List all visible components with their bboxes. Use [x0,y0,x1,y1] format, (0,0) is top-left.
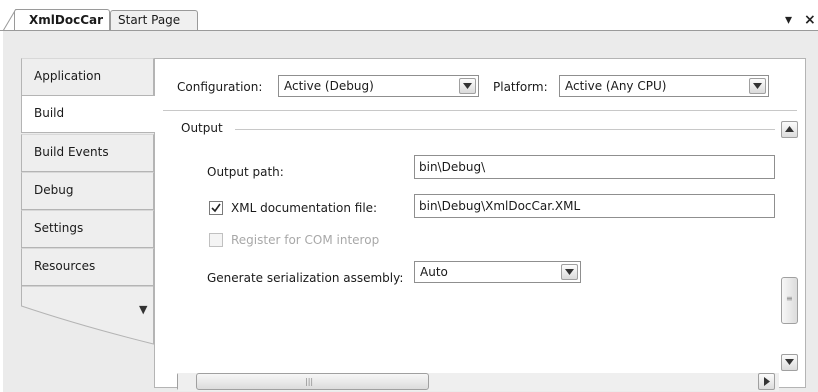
checkmark-icon [211,203,221,213]
tab-xmldoccar-label: XmlDocCar [29,13,104,27]
sidebar-item-label: Debug [34,183,74,197]
output-group-line [235,129,775,130]
grip-icon: ||| [305,377,314,386]
output-path-value: bin\Debug\ [419,160,486,174]
xml-documentation-checkbox[interactable] [209,201,223,215]
tab-xmldoccar[interactable]: XmlDocCar [14,9,110,31]
com-interop-checkbox[interactable] [209,233,223,247]
sidebar-item-label: Build [34,106,65,120]
sidebar-item-resources[interactable]: Resources [21,248,154,286]
close-icon[interactable]: × [804,12,816,28]
platform-label: Platform: [493,80,548,94]
more-pages-icon[interactable]: ▼ [139,303,147,316]
sidebar-curved-tail [21,286,154,345]
collapse-output-button[interactable] [781,121,798,138]
sidebar-item-label: Build Events [34,145,109,159]
xml-documentation-field[interactable]: bin\Debug\XmlDocCar.XML [414,194,775,218]
sidebar-item-debug[interactable]: Debug [21,172,154,210]
output-path-label: Output path: [207,165,284,179]
sidebar-item-label: Application [34,69,102,83]
configuration-label: Configuration: [177,80,263,94]
sidebar-item-label: Settings [34,221,84,235]
sidebar-item-build[interactable]: Build [21,95,155,133]
chevron-down-icon[interactable] [749,78,766,94]
sidebar-item-settings[interactable]: Settings [21,210,154,248]
xml-documentation-value: bin\Debug\XmlDocCar.XML [419,199,581,213]
document-tab-strip: XmlDocCar Start Page ▾ × [0,0,818,31]
sidebar-item-application[interactable]: Application [21,58,154,96]
tab-start-page[interactable]: Start Page [110,10,198,30]
com-interop-label: Register for COM interop [231,233,380,247]
chevron-down-icon[interactable] [459,78,476,94]
property-page-sidebar: Application Build Build Events Debug Set… [21,58,155,382]
horizontal-scrollbar[interactable]: ||| [178,373,779,391]
xml-documentation-label: XML documentation file: [231,201,378,215]
horizontal-scroll-thumb[interactable]: ||| [196,373,429,390]
serialization-dropdown[interactable]: Auto [414,261,581,283]
grip-icon: ≡ [786,294,793,303]
serialization-label: Generate serialization assembly: [207,271,404,285]
configuration-dropdown[interactable]: Active (Debug) [278,75,479,97]
toolbar-divider [163,110,797,111]
sidebar-item-build-events[interactable]: Build Events [21,134,154,172]
vertical-scroll-thumb[interactable]: ≡ [781,277,798,324]
sidebar-item-label: Resources [34,259,96,273]
build-page-content: Configuration: Active (Debug) Platform: … [154,58,806,391]
output-path-field[interactable]: bin\Debug\ [414,155,775,179]
output-group-title: Output [181,121,223,135]
scroll-down-button[interactable] [781,354,798,371]
chevron-down-icon[interactable]: ▾ [785,12,792,28]
chevron-down-icon[interactable] [561,264,578,280]
serialization-value: Auto [420,265,448,279]
platform-value: Active (Any CPU) [565,79,667,93]
platform-dropdown[interactable]: Active (Any CPU) [559,75,769,97]
project-properties-panel: Application Build Build Events Debug Set… [3,31,818,392]
tab-start-page-label: Start Page [118,13,181,27]
configuration-value: Active (Debug) [284,79,374,93]
scroll-right-button[interactable] [758,373,775,390]
